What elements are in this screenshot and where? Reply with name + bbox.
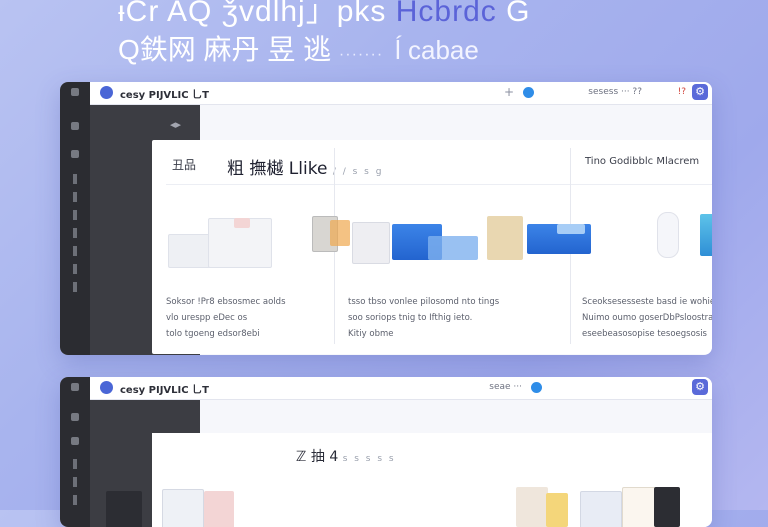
app-logo-icon — [100, 86, 113, 99]
arrow-icon[interactable]: ◂▸ — [170, 118, 181, 131]
thumbnail[interactable] — [546, 493, 568, 527]
dollar-icon — [657, 212, 679, 258]
rail-icon[interactable] — [73, 264, 77, 274]
hero-subtitle-tail: ĺ cabae — [394, 35, 479, 65]
thumbnail[interactable] — [162, 489, 204, 527]
section-label-dots: s s s s s — [342, 454, 396, 464]
rail-icon[interactable] — [73, 495, 77, 505]
chat-icon[interactable] — [71, 150, 79, 158]
hero-dots: ······· — [338, 46, 384, 63]
titlebar: cesy PIJVLIC 乚T + sesess ··· ?? !? ⚙ — [90, 82, 712, 105]
left-rail — [60, 82, 90, 355]
titlebar: cesy PIJVLIC 乚T seae ··· ⚙ — [90, 377, 712, 400]
description-line: Nuimo oumo goserDbPsloostra ueas — [582, 313, 712, 323]
section-label-text: ℤ 抽 4 — [296, 449, 339, 465]
window-title: cesy PIJVLIC 乚T — [120, 90, 209, 101]
menu-icon[interactable] — [71, 383, 79, 391]
hero-title-line-2: Q鉄网 麻丹 昱 逃 ······· ĺ cabae — [118, 28, 479, 68]
description-line: eseebeasosopise tesoegsosis — [582, 329, 707, 339]
description-line: tolo tgoeng edsor8ebi — [166, 329, 260, 339]
menu-icon[interactable] — [71, 88, 79, 96]
flag-icon[interactable]: !? — [678, 87, 686, 97]
hero-title-tail: G — [506, 0, 531, 28]
app-window-2: cesy PIJVLIC 乚T seae ··· ⚙ ℤ 抽 4 s s s s… — [60, 377, 712, 527]
hero-subtitle-part: Q鉄网 麻丹 昱 逃 — [118, 34, 332, 65]
column-heading: 丑品 — [172, 158, 197, 172]
rail-icon[interactable] — [73, 477, 77, 487]
description-line: Kitiy obme — [348, 329, 394, 339]
home-icon[interactable] — [71, 122, 79, 130]
description-line: Soksor !Pr8 ebsosmec aolds — [166, 297, 286, 307]
chat-icon[interactable] — [71, 437, 79, 445]
window-title: cesy PIJVLIC 乚T — [120, 385, 209, 396]
column-heading-text: 粗 撫樾 Llike — [227, 159, 328, 179]
thumbnail[interactable] — [352, 222, 390, 264]
rail-icon[interactable] — [73, 282, 77, 292]
profile-icon[interactable] — [523, 87, 534, 98]
rail-icon[interactable] — [73, 210, 77, 220]
thumbnail[interactable] — [580, 491, 622, 527]
app-window-1: ◂▸ cesy PIJVLIC 乚T + sesess ··· ?? !? ⚙ … — [60, 82, 712, 355]
thumbnail[interactable] — [106, 491, 142, 527]
titlebar-status: sesess ··· ?? — [588, 87, 642, 97]
thumbnail[interactable] — [516, 487, 548, 527]
description-line: soo soriops tnig to Ifthig ieto. — [348, 313, 473, 323]
add-tab-button[interactable]: + — [504, 85, 514, 99]
rail-icon[interactable] — [73, 459, 77, 469]
rail-icon[interactable] — [73, 192, 77, 202]
settings-icon[interactable]: ⚙ — [692, 84, 708, 100]
content-card: 丑品 粗 撫樾 Llike / / s s g Tino Godibblc Ml… — [152, 140, 712, 354]
description-line: vlo urespp eDec os — [166, 313, 248, 323]
thumbnail[interactable] — [428, 236, 478, 260]
rail-icon[interactable] — [73, 246, 77, 256]
rail-icon[interactable] — [73, 228, 77, 238]
rail-icon[interactable] — [73, 174, 77, 184]
hero-title-part: ᵻCr AQ ǯvdlhj」pks — [118, 0, 387, 28]
app-logo-icon — [100, 381, 113, 394]
description-line: tsso tbso vonlee pilosomd nto tings — [348, 297, 500, 307]
thumbnail-accent — [234, 218, 250, 228]
column-description: Sceoksesesseste basd ie wohieakse Nuimo … — [582, 294, 712, 342]
titlebar-status: seae ··· — [489, 382, 522, 392]
thumbnail[interactable] — [204, 491, 234, 527]
column-heading: Tino Godibblc Mlacrem — [585, 156, 700, 167]
thumbnail[interactable] — [700, 214, 712, 256]
header-divider — [166, 184, 712, 185]
profile-icon[interactable] — [531, 382, 542, 393]
thumbnail[interactable] — [654, 487, 680, 527]
hero-title-line-1: ᵻCr AQ ǯvdlhj」pks Hcbrdc G — [118, 0, 530, 30]
column-description: tsso tbso vonlee pilosomd nto tings soo … — [348, 294, 499, 342]
hero-heading: ᵻCr AQ ǯvdlhj」pks Hcbrdc G Q鉄网 麻丹 昱 逃 ··… — [0, 0, 768, 80]
left-rail — [60, 377, 90, 527]
thumbnail-accent — [557, 224, 585, 234]
column-description: Soksor !Pr8 ebsosmec aolds vlo urespp eD… — [166, 294, 286, 342]
thumbnail[interactable] — [487, 216, 523, 260]
description-line: Sceoksesesseste basd ie wohieakse — [582, 297, 712, 307]
thumbnail-accent — [330, 220, 350, 246]
column-heading: 粗 撫樾 Llike / / s s g — [227, 154, 383, 179]
section-label: ℤ 抽 4 s s s s s — [296, 446, 396, 466]
column-heading-dots: / / s s g — [332, 167, 384, 177]
hero-title-accent: Hcbrdc — [395, 0, 497, 28]
settings-icon[interactable]: ⚙ — [692, 379, 708, 395]
home-icon[interactable] — [71, 413, 79, 421]
thumbnail[interactable] — [622, 487, 656, 527]
